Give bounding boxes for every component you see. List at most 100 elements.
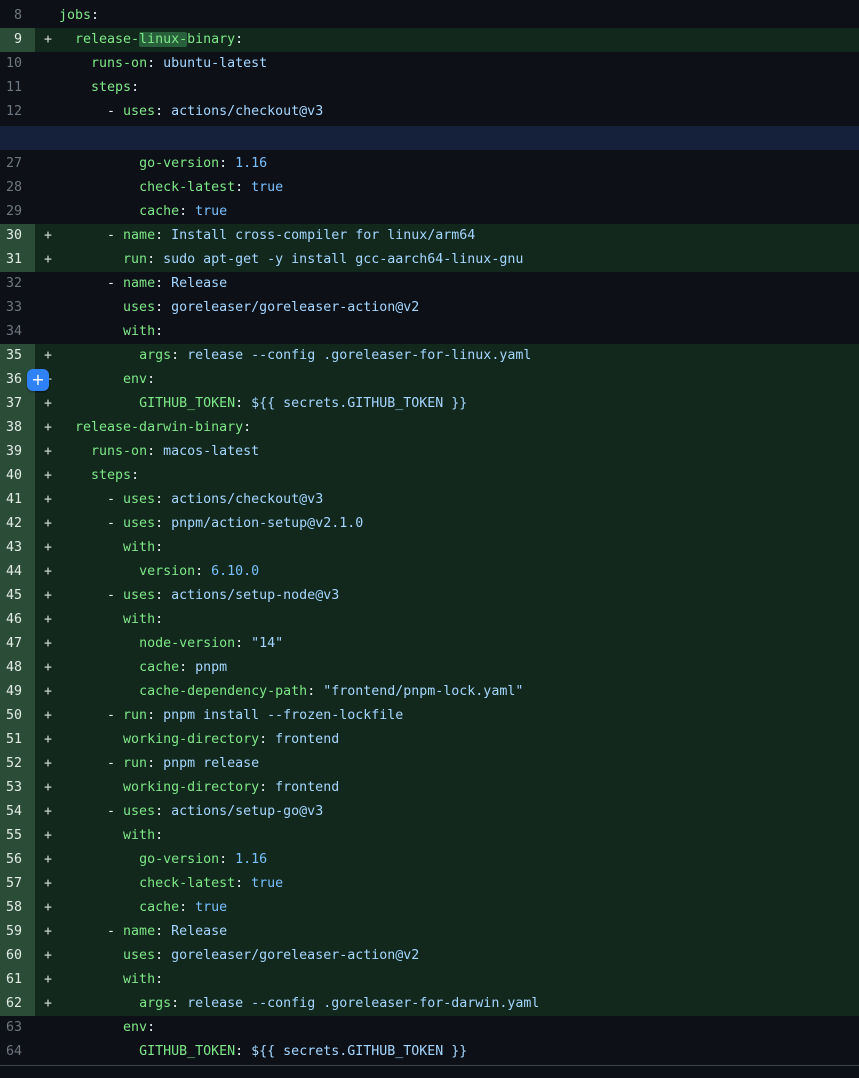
code-token: : [147,708,163,723]
line-number[interactable]: 45 [0,584,35,608]
code-token: "frontend/pnpm-lock.yaml" [323,684,523,699]
line-number[interactable]: 48 [0,656,35,680]
diff-line-37: 37+ GITHUB_TOKEN: ${{ secrets.GITHUB_TOK… [0,392,859,416]
diff-marker: + [44,776,52,800]
line-number[interactable]: 55 [0,824,35,848]
code-token: with [123,612,155,627]
line-number[interactable]: 56 [0,848,35,872]
diff-line-45: 45+ - uses: actions/setup-node@v3 [0,584,859,608]
diff-line-48: 48+ cache: pnpm [0,656,859,680]
line-number[interactable]: 64 [0,1040,35,1064]
diff-marker: + [44,488,52,512]
code-token: release --config .goreleaser-for-darwin.… [187,996,539,1011]
code-text: check-latest: true [59,872,859,896]
code-token: : [155,492,171,507]
line-number[interactable]: 58 [0,896,35,920]
diff-marker: + [44,920,52,944]
line-number[interactable]: 63 [0,1016,35,1040]
code-token: : [155,300,171,315]
code-token: : [235,1044,251,1059]
line-number[interactable]: 30 [0,224,35,248]
line-number[interactable]: 12 [0,100,35,124]
code-token [59,56,91,71]
code-text: cache-dependency-path: "frontend/pnpm-lo… [59,680,859,704]
line-number[interactable]: 37 [0,392,35,416]
line-number[interactable]: 42 [0,512,35,536]
code-token: : [195,564,211,579]
line-number[interactable]: 51 [0,728,35,752]
line-number[interactable]: 33 [0,296,35,320]
line-number[interactable]: 38 [0,416,35,440]
diff-line-63: 63 env: [0,1016,859,1040]
code-token: ${{ secrets.GITHUB_TOKEN }} [251,396,467,411]
code-token: uses [123,588,155,603]
expand-hidden-lines[interactable] [0,126,859,150]
diff-marker: + [44,680,52,704]
diff-marker: + [44,416,52,440]
diff-line-10: 10 runs-on: ubuntu-latest [0,52,859,76]
line-number[interactable]: 31 [0,248,35,272]
diff-line-40: 40+ steps: [0,464,859,488]
diff-line-31: 31+ run: sudo apt-get -y install gcc-aar… [0,248,859,272]
line-number[interactable]: 46 [0,608,35,632]
add-comment-button[interactable]: + [27,369,49,391]
code-token: : [155,228,171,243]
code-token: : [259,780,275,795]
line-number[interactable]: 29 [0,200,35,224]
line-number[interactable]: 49 [0,680,35,704]
line-number[interactable]: 52 [0,752,35,776]
code-token: : [219,852,235,867]
code-token: with [123,828,155,843]
line-number[interactable]: 10 [0,52,35,76]
line-number[interactable]: 61 [0,968,35,992]
line-number[interactable]: 39 [0,440,35,464]
diff-marker: + [44,800,52,824]
line-number[interactable]: 8 [0,4,35,28]
code-token: - [59,756,123,771]
diff-marker: + [44,536,52,560]
line-number[interactable]: 44 [0,560,35,584]
diff-marker: + [44,848,52,872]
code-token: name [123,276,155,291]
code-token: : [147,372,155,387]
code-token: cache-dependency-path [139,684,307,699]
line-number[interactable]: 59 [0,920,35,944]
code-text: node-version: "14" [59,632,859,656]
line-number[interactable]: 53 [0,776,35,800]
line-number[interactable]: 35 [0,344,35,368]
code-text: - run: pnpm release [59,752,859,776]
line-number[interactable]: 32 [0,272,35,296]
code-token [59,612,123,627]
line-number[interactable]: 57 [0,872,35,896]
line-number[interactable]: 62 [0,992,35,1016]
line-number[interactable]: 9 [0,28,35,52]
code-token: frontend [275,732,339,747]
code-token: Release [171,924,227,939]
code-token: runs-on [91,444,147,459]
code-token: cache [139,900,179,915]
diff-line-58: 58+ cache: true [0,896,859,920]
line-number[interactable]: 27 [0,152,35,176]
line-number[interactable]: 60 [0,944,35,968]
diff-line-49: 49 + cache-dependency-path: "frontend/pnp… [0,680,859,704]
code-token: go-version [139,156,219,171]
line-number[interactable]: 40 [0,464,35,488]
line-number[interactable]: 54 [0,800,35,824]
code-token [59,156,139,171]
line-number[interactable]: 47 [0,632,35,656]
code-token: pnpm release [163,756,259,771]
code-token: run [123,756,147,771]
code-token: linux- [139,32,187,47]
code-token: with [123,324,155,339]
code-token [59,780,123,795]
line-number[interactable]: 43 [0,536,35,560]
line-number[interactable]: 28 [0,176,35,200]
code-token: : [307,684,323,699]
code-token: name [123,924,155,939]
code-text: GITHUB_TOKEN: ${{ secrets.GITHUB_TOKEN }… [59,392,859,416]
line-number[interactable]: 41 [0,488,35,512]
line-number[interactable]: 11 [0,76,35,100]
code-token: 1.16 [235,852,267,867]
line-number[interactable]: 50 [0,704,35,728]
line-number[interactable]: 34 [0,320,35,344]
